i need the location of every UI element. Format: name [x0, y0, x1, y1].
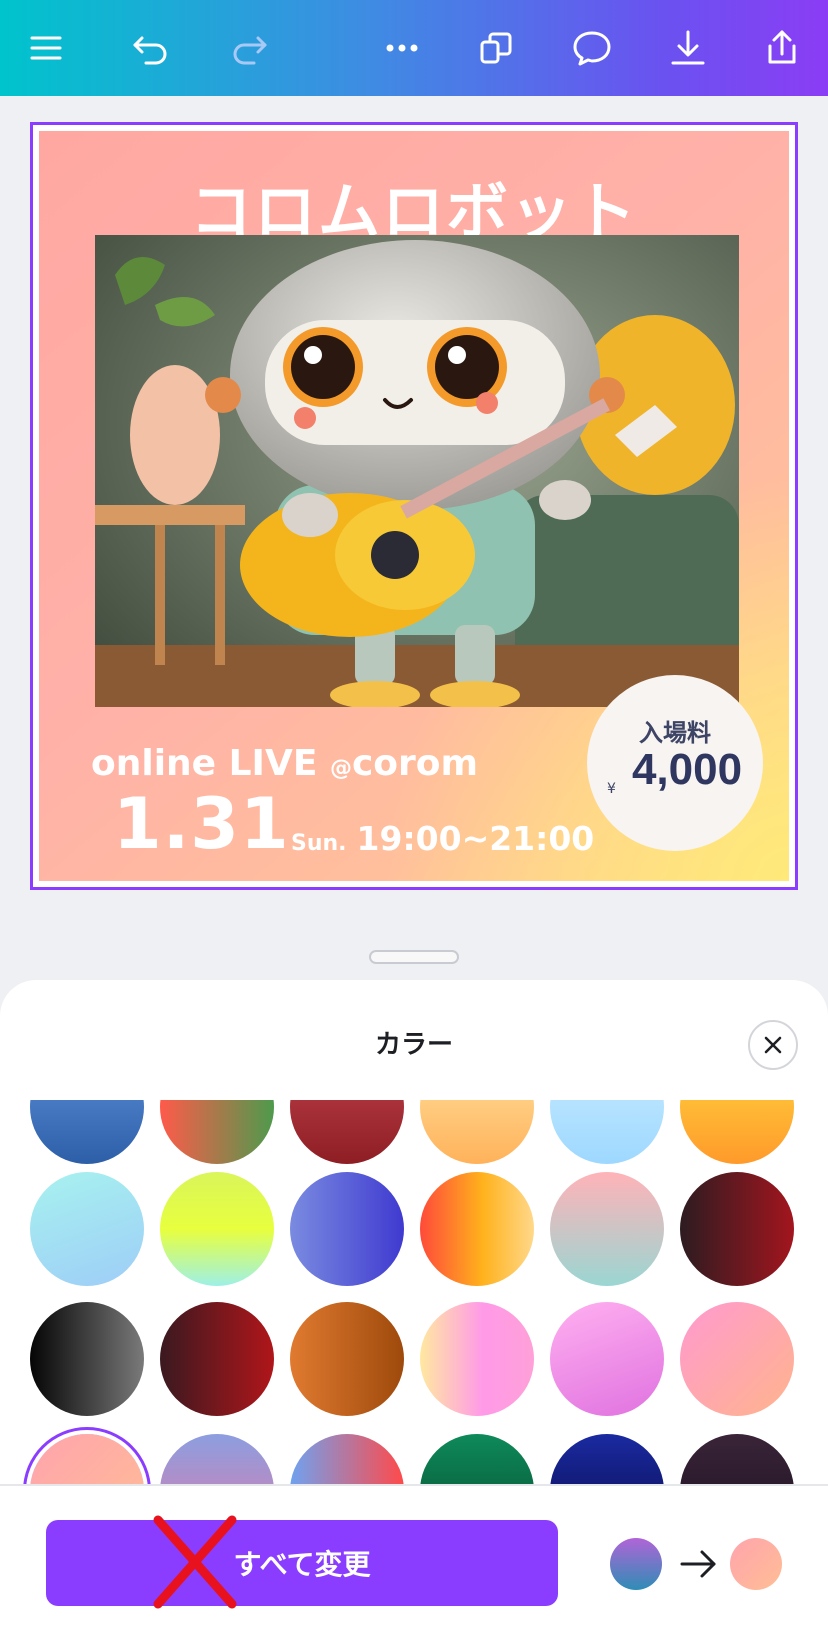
more-icon[interactable] [378, 24, 426, 72]
color-swatch[interactable] [420, 1100, 534, 1164]
arrow-right-icon [680, 1550, 716, 1578]
sheet-divider [0, 1484, 828, 1486]
comment-icon[interactable] [568, 24, 616, 72]
price-value: 4,000 [631, 745, 743, 794]
color-swatch[interactable] [680, 1100, 794, 1164]
color-swatch[interactable] [160, 1302, 274, 1416]
live-at-sign: @ [329, 756, 352, 781]
share-icon[interactable] [758, 24, 806, 72]
redo-icon[interactable] [226, 24, 274, 72]
color-swatch[interactable] [550, 1434, 664, 1486]
undo-icon[interactable] [126, 24, 174, 72]
live-prefix: online LIVE [91, 743, 318, 784]
color-swatch-selected[interactable] [30, 1434, 144, 1486]
color-swatch[interactable] [30, 1100, 144, 1164]
color-swatch[interactable] [680, 1172, 794, 1286]
robot-guitar-photo[interactable] [95, 235, 739, 707]
color-swatch[interactable] [290, 1172, 404, 1286]
event-time-range: 19:00~21:00 [356, 819, 595, 858]
color-swatch[interactable] [30, 1302, 144, 1416]
menu-icon[interactable] [22, 24, 70, 72]
sheet-drag-handle[interactable] [369, 950, 459, 964]
event-time[interactable]: Sun. 19:00~21:00 [291, 819, 594, 858]
online-live-label[interactable]: online LIVE @corom [91, 743, 478, 784]
apply-all-label: すべて変更 [233, 1548, 371, 1581]
color-swatch[interactable] [160, 1100, 274, 1164]
color-swatch[interactable] [30, 1172, 144, 1286]
price-badge[interactable]: 入場料 ¥ 4,000 [587, 675, 763, 851]
price-label: 入場料 [639, 719, 711, 747]
color-swatch[interactable] [290, 1100, 404, 1164]
live-suffix: corom [351, 743, 479, 784]
color-swatch[interactable] [420, 1434, 534, 1486]
top-toolbar [0, 0, 828, 96]
new-color-swatch [730, 1538, 782, 1590]
color-swatch[interactable] [550, 1302, 664, 1416]
close-button[interactable] [748, 1020, 798, 1070]
sheet-title: カラー [374, 1030, 453, 1060]
color-swatch[interactable] [290, 1434, 404, 1486]
color-swatch[interactable] [680, 1302, 794, 1416]
color-swatch[interactable] [420, 1302, 534, 1416]
event-date[interactable]: 1.31 [113, 783, 290, 865]
download-icon[interactable] [664, 24, 712, 72]
color-swatch[interactable] [160, 1434, 274, 1486]
color-swatch[interactable] [550, 1172, 664, 1286]
current-color-swatch [610, 1538, 662, 1590]
color-swatch[interactable] [420, 1172, 534, 1286]
event-day-of-week: Sun. [291, 831, 347, 856]
design-page[interactable]: コロムロボット online LIVE @corom 1.31 Sun. 19:… [39, 131, 789, 881]
duplicate-icon[interactable] [472, 24, 520, 72]
color-swatch[interactable] [550, 1100, 664, 1164]
color-swatch[interactable] [160, 1172, 274, 1286]
red-x-mark-icon [153, 1515, 237, 1609]
color-swatch[interactable] [680, 1434, 794, 1486]
selected-design-frame[interactable]: コロムロボット online LIVE @corom 1.31 Sun. 19:… [30, 122, 798, 890]
color-swatch-grid [0, 1100, 828, 1486]
apply-all-button[interactable]: すべて変更 [46, 1520, 558, 1606]
close-icon [764, 1036, 782, 1054]
color-swatch[interactable] [290, 1302, 404, 1416]
price-currency: ¥ [607, 781, 616, 797]
